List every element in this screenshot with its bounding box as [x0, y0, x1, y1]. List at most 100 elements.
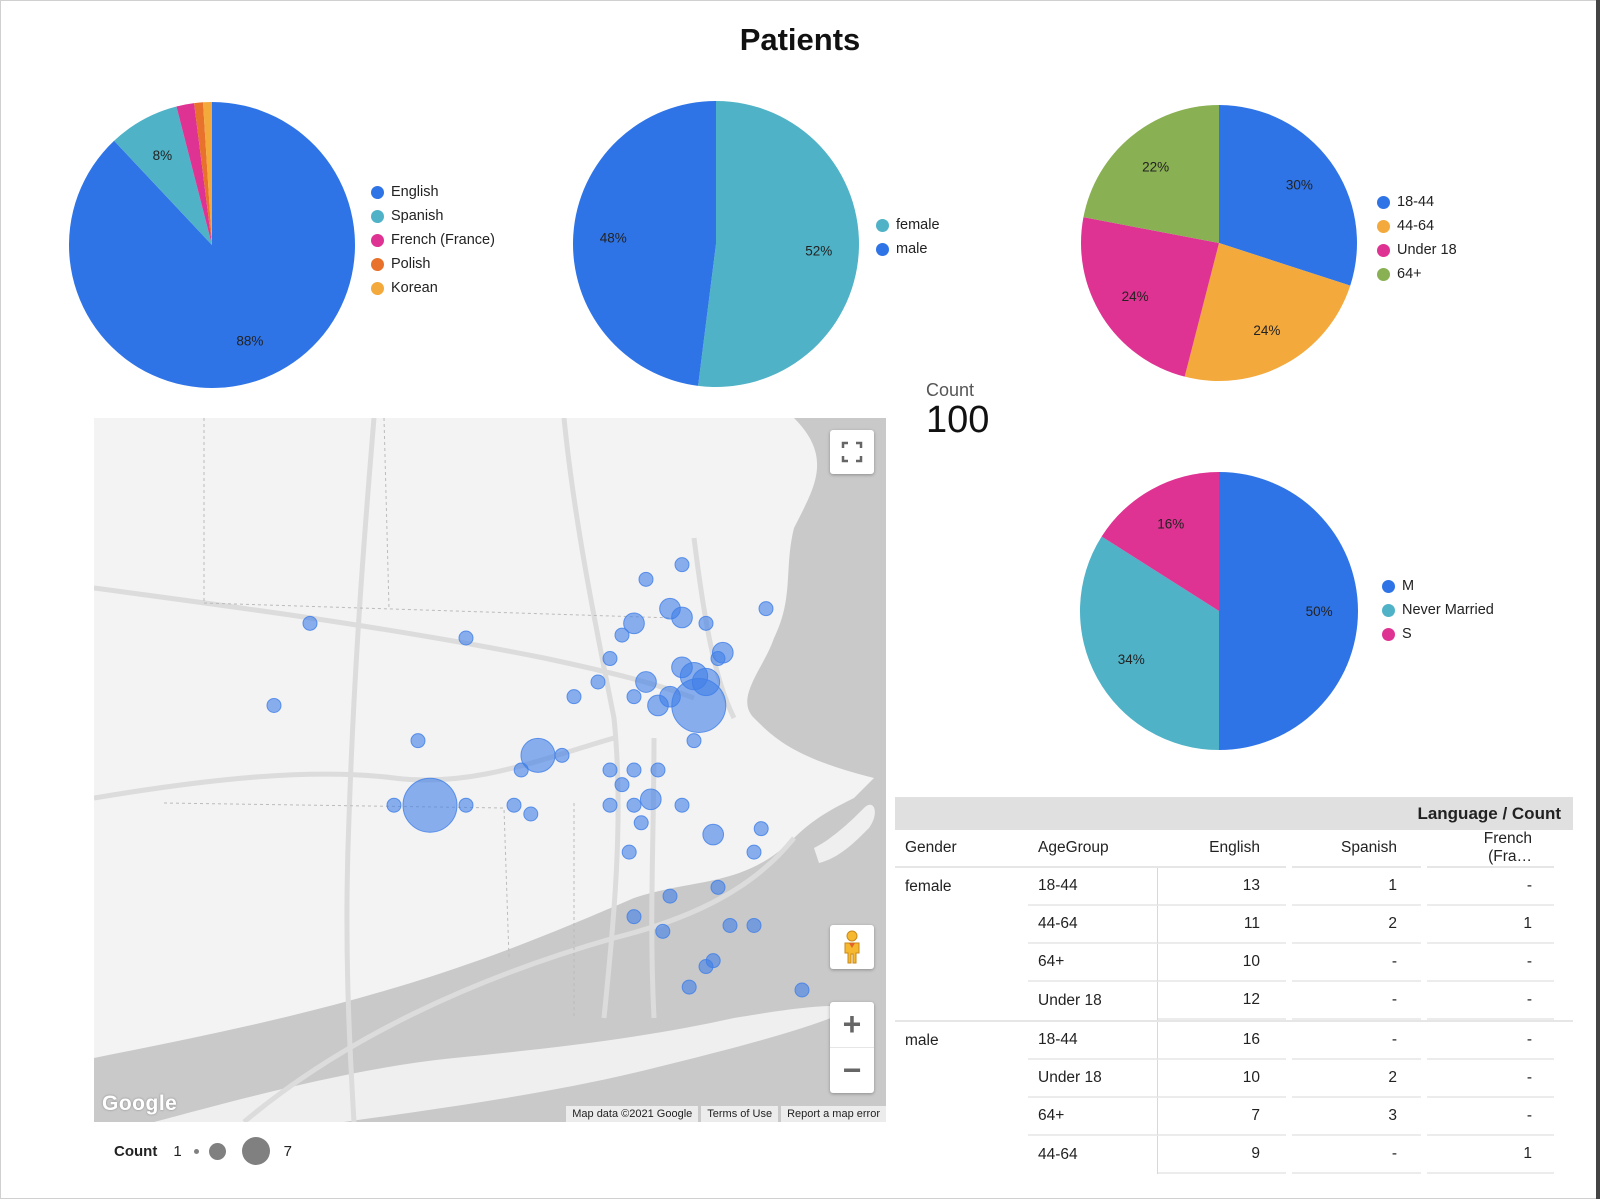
legend-item[interactable]: 44-64: [1377, 214, 1457, 238]
map-bubble[interactable]: [794, 982, 810, 998]
map-bubble[interactable]: [662, 888, 678, 904]
cell-agegroup: 64+: [1028, 1098, 1158, 1136]
legend-item[interactable]: S: [1382, 622, 1494, 646]
map-bubble[interactable]: [635, 671, 657, 693]
map-bubble[interactable]: [402, 777, 458, 833]
legend-item[interactable]: 18-44: [1377, 190, 1457, 214]
map-bubble[interactable]: [626, 797, 642, 813]
col-header-french[interactable]: French (Fra…: [1427, 830, 1554, 868]
map-bubble[interactable]: [458, 797, 474, 813]
map-bubble[interactable]: [647, 694, 669, 717]
legend-item[interactable]: Under 18: [1377, 238, 1457, 262]
scorecard-label: Count: [926, 380, 975, 400]
window-edge: [1596, 0, 1600, 1199]
map-bubble[interactable]: [626, 762, 642, 778]
legend-item[interactable]: Korean: [371, 276, 495, 300]
size-legend-medium-dot: [208, 1142, 226, 1160]
legend-label: S: [1402, 626, 1412, 642]
col-header-english[interactable]: English: [1158, 830, 1286, 868]
map-bubble[interactable]: [386, 797, 402, 813]
map-bubble[interactable]: [602, 797, 618, 813]
legend-item[interactable]: M: [1382, 574, 1494, 598]
cell-count: 12: [1158, 982, 1286, 1020]
map-bubble[interactable]: [590, 674, 606, 690]
zoom-out-button[interactable]: −: [830, 1048, 874, 1093]
map-bubble[interactable]: [710, 879, 726, 895]
terms-of-use-link[interactable]: Terms of Use: [701, 1106, 779, 1122]
fullscreen-button[interactable]: [830, 430, 874, 474]
map-bubble[interactable]: [513, 762, 529, 778]
gender-slice-male[interactable]: [572, 101, 716, 386]
map-bubble[interactable]: [758, 601, 774, 617]
legend-item[interactable]: French (France): [371, 228, 495, 252]
legend-label: 44-64: [1397, 218, 1435, 234]
map-bubble[interactable]: [626, 689, 642, 705]
map-bubble[interactable]: [633, 815, 649, 831]
map-bubble[interactable]: [746, 917, 762, 933]
legend-label: M: [1402, 578, 1415, 594]
marital-status-slice-m[interactable]: [1219, 472, 1358, 750]
map-bubble[interactable]: [681, 979, 697, 995]
map-bubble[interactable]: [650, 762, 666, 778]
map-bubble[interactable]: [506, 797, 522, 813]
table-row: 64+ 7 3-: [895, 1098, 1573, 1136]
legend-swatch-icon: [1377, 267, 1390, 281]
map-bubble[interactable]: [554, 747, 570, 763]
report-map-error-link[interactable]: Report a map error: [781, 1106, 886, 1122]
street-view-button[interactable]: [830, 925, 874, 969]
cell-count: 9: [1158, 1136, 1286, 1174]
map-bubble[interactable]: [621, 844, 637, 860]
map-bubble[interactable]: [614, 777, 630, 793]
legend-swatch-icon: [1382, 579, 1395, 593]
map-bubble[interactable]: [711, 641, 734, 664]
map-bubble[interactable]: [671, 606, 693, 629]
map-bubble[interactable]: [674, 557, 690, 573]
map-bubble[interactable]: [702, 823, 725, 846]
map-bubble[interactable]: [626, 909, 642, 925]
map-bubble[interactable]: [655, 923, 671, 939]
map-bubble[interactable]: [691, 667, 721, 697]
map-bubble[interactable]: [602, 762, 618, 778]
map-bubble[interactable]: [705, 953, 721, 969]
cell-count: 1: [1427, 1136, 1554, 1174]
legend-item[interactable]: English: [371, 180, 495, 204]
map-bubble[interactable]: [698, 615, 714, 631]
map-bubble[interactable]: [639, 788, 662, 811]
map-bubble[interactable]: [674, 797, 690, 813]
bubble-map[interactable]: + − Google Map data ©2021 Google Terms o…: [94, 418, 886, 1122]
map-bubble[interactable]: [614, 627, 630, 643]
gender-slice-female[interactable]: [698, 101, 859, 387]
legend-label: Under 18: [1397, 242, 1457, 258]
legend-item[interactable]: male: [876, 237, 940, 261]
map-bubble[interactable]: [602, 651, 618, 667]
map-bubble[interactable]: [722, 917, 738, 933]
legend-item[interactable]: Polish: [371, 252, 495, 276]
map-bubble[interactable]: [566, 689, 582, 705]
legend-item[interactable]: 64+: [1377, 262, 1457, 286]
map-bubble[interactable]: [410, 733, 426, 749]
cell-count: -: [1292, 1022, 1421, 1060]
col-header-gender[interactable]: Gender: [895, 830, 1028, 868]
legend-swatch-icon: [1377, 195, 1390, 209]
legend-label: Never Married: [1402, 602, 1494, 618]
map-bubble[interactable]: [523, 806, 539, 822]
map-bubble[interactable]: [302, 615, 318, 631]
fullscreen-icon: [841, 441, 863, 463]
zoom-in-button[interactable]: +: [830, 1002, 874, 1048]
size-legend-large-dot: [241, 1137, 270, 1165]
col-header-agegroup[interactable]: AgeGroup: [1028, 830, 1158, 868]
col-header-spanish[interactable]: Spanish: [1292, 830, 1421, 868]
map-bubble[interactable]: [686, 733, 702, 749]
map-bubble[interactable]: [638, 571, 654, 587]
map-bubble[interactable]: [746, 844, 762, 860]
cell-count: -: [1292, 982, 1421, 1020]
map-bubble[interactable]: [753, 821, 769, 837]
legend-item[interactable]: female: [876, 213, 940, 237]
cell-count: -: [1427, 944, 1554, 982]
map-bubble[interactable]: [458, 630, 474, 646]
legend-swatch-icon: [1377, 219, 1390, 233]
map-bubble[interactable]: [266, 697, 282, 713]
legend-item[interactable]: Spanish: [371, 204, 495, 228]
legend-item[interactable]: Never Married: [1382, 598, 1494, 622]
cell-agegroup: Under 18: [1028, 1060, 1158, 1098]
